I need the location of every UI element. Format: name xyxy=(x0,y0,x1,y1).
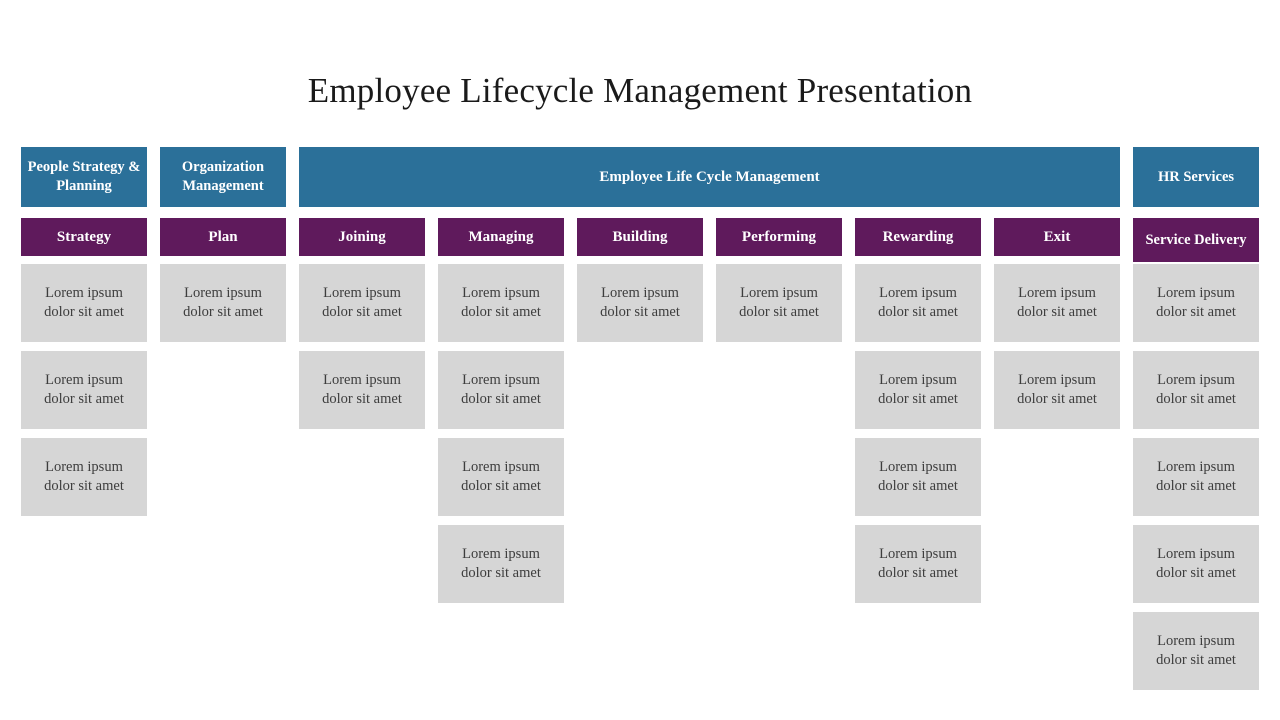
band-header-label: HR Services xyxy=(1157,168,1235,185)
content-cell-text: Lorem ipsum dolor sit amet xyxy=(183,285,263,320)
content-cell-text: Lorem ipsum dolor sit amet xyxy=(44,372,124,407)
content-cell-text: Lorem ipsum dolor sit amet xyxy=(461,546,541,581)
content-cell[interactable]: Lorem ipsum dolor sit amet xyxy=(438,525,564,603)
content-cell[interactable]: Lorem ipsum dolor sit amet xyxy=(160,264,286,342)
page-title: Employee Lifecycle Management Presentati… xyxy=(307,71,973,111)
content-cell[interactable]: Lorem ipsum dolor sit amet xyxy=(21,264,147,342)
content-cell-text: Lorem ipsum dolor sit amet xyxy=(44,285,124,320)
stage-header-label: Performing xyxy=(741,228,817,245)
content-cell-text: Lorem ipsum dolor sit amet xyxy=(1017,285,1097,320)
band-header-row: People Strategy & Planning Organization M… xyxy=(21,147,1259,207)
band-header-label: People Strategy & Planning xyxy=(27,159,141,194)
stage-header-managing[interactable]: Managing xyxy=(438,218,564,256)
band-header[interactable]: HR Services xyxy=(1133,147,1259,207)
content-cell-text: Lorem ipsum dolor sit amet xyxy=(44,459,124,494)
lifecycle-diagram: People Strategy & Planning Organization M… xyxy=(21,147,1259,692)
stage-header-building[interactable]: Building xyxy=(577,218,703,256)
content-cell-text: Lorem ipsum dolor sit amet xyxy=(878,372,958,407)
content-cell-text: Lorem ipsum dolor sit amet xyxy=(461,459,541,494)
content-cell[interactable]: Lorem ipsum dolor sit amet xyxy=(855,525,981,603)
content-cell-text: Lorem ipsum dolor sit amet xyxy=(600,285,680,320)
band-header[interactable]: People Strategy & Planning xyxy=(21,147,147,207)
content-cell[interactable]: Lorem ipsum dolor sit amet xyxy=(1133,438,1259,516)
content-cell-text: Lorem ipsum dolor sit amet xyxy=(1156,633,1236,668)
content-cell-text: Lorem ipsum dolor sit amet xyxy=(1156,546,1236,581)
content-cell[interactable]: Lorem ipsum dolor sit amet xyxy=(21,351,147,429)
content-cell[interactable]: Lorem ipsum dolor sit amet xyxy=(994,351,1120,429)
stage-header-label: Exit xyxy=(1043,228,1071,245)
band-header-label: Employee Life Cycle Management xyxy=(599,168,820,185)
band-header[interactable]: Organization Management xyxy=(160,147,286,207)
stage-header-rewarding[interactable]: Rewarding xyxy=(855,218,981,256)
content-cell[interactable]: Lorem ipsum dolor sit amet xyxy=(438,264,564,342)
content-cell[interactable]: Lorem ipsum dolor sit amet xyxy=(1133,264,1259,342)
stage-header-label: Rewarding xyxy=(882,228,954,245)
content-cell-text: Lorem ipsum dolor sit amet xyxy=(461,285,541,320)
content-cell-text: Lorem ipsum dolor sit amet xyxy=(1156,459,1236,494)
content-cell[interactable]: Lorem ipsum dolor sit amet xyxy=(855,351,981,429)
content-cell-text: Lorem ipsum dolor sit amet xyxy=(322,285,402,320)
content-cell-text: Lorem ipsum dolor sit amet xyxy=(739,285,819,320)
stage-header-service-delivery[interactable]: Service Delivery xyxy=(1133,218,1259,262)
stage-header-label: Managing xyxy=(468,228,534,245)
content-cell-text: Lorem ipsum dolor sit amet xyxy=(1156,372,1236,407)
content-cell-text: Lorem ipsum dolor sit amet xyxy=(878,546,958,581)
content-cell-text: Lorem ipsum dolor sit amet xyxy=(461,372,541,407)
band-header-label: Organization Management xyxy=(181,159,265,194)
content-cell[interactable]: Lorem ipsum dolor sit amet xyxy=(1133,612,1259,690)
stage-header-plan[interactable]: Plan xyxy=(160,218,286,256)
content-cell[interactable]: Lorem ipsum dolor sit amet xyxy=(438,438,564,516)
content-cell[interactable]: Lorem ipsum dolor sit amet xyxy=(438,351,564,429)
content-cell-text: Lorem ipsum dolor sit amet xyxy=(878,285,958,320)
stage-header-row: Strategy Plan Joining Managing Building Perfo… xyxy=(21,218,1259,262)
stage-header-joining[interactable]: Joining xyxy=(299,218,425,256)
content-cell[interactable]: Lorem ipsum dolor sit amet xyxy=(1133,525,1259,603)
content-cell-text: Lorem ipsum dolor sit amet xyxy=(322,372,402,407)
stage-header-strategy[interactable]: Strategy xyxy=(21,218,147,256)
content-cell[interactable]: Lorem ipsum dolor sit amet xyxy=(855,438,981,516)
content-cell[interactable]: Lorem ipsum dolor sit amet xyxy=(994,264,1120,342)
stage-header-exit[interactable]: Exit xyxy=(994,218,1120,256)
band-header[interactable]: Employee Life Cycle Management xyxy=(299,147,1120,207)
stage-header-label: Plan xyxy=(208,228,238,245)
content-cell-text: Lorem ipsum dolor sit amet xyxy=(878,459,958,494)
content-cell[interactable]: Lorem ipsum dolor sit amet xyxy=(299,264,425,342)
stage-header-label: Building xyxy=(612,228,668,245)
content-cell-text: Lorem ipsum dolor sit amet xyxy=(1156,285,1236,320)
content-cell[interactable]: Lorem ipsum dolor sit amet xyxy=(577,264,703,342)
content-cell[interactable]: Lorem ipsum dolor sit amet xyxy=(1133,351,1259,429)
content-cell-text: Lorem ipsum dolor sit amet xyxy=(1017,372,1097,407)
content-cell[interactable]: Lorem ipsum dolor sit amet xyxy=(716,264,842,342)
content-cell[interactable]: Lorem ipsum dolor sit amet xyxy=(299,351,425,429)
stage-header-label: Joining xyxy=(338,228,386,245)
content-cell[interactable]: Lorem ipsum dolor sit amet xyxy=(21,438,147,516)
stage-header-label: Service Delivery xyxy=(1145,231,1247,248)
stage-header-performing[interactable]: Performing xyxy=(716,218,842,256)
stage-header-label: Strategy xyxy=(56,228,112,245)
content-cell[interactable]: Lorem ipsum dolor sit amet xyxy=(855,264,981,342)
stage-columns-area: Lorem ipsum dolor sit amet Lorem ipsum do… xyxy=(21,264,1259,692)
